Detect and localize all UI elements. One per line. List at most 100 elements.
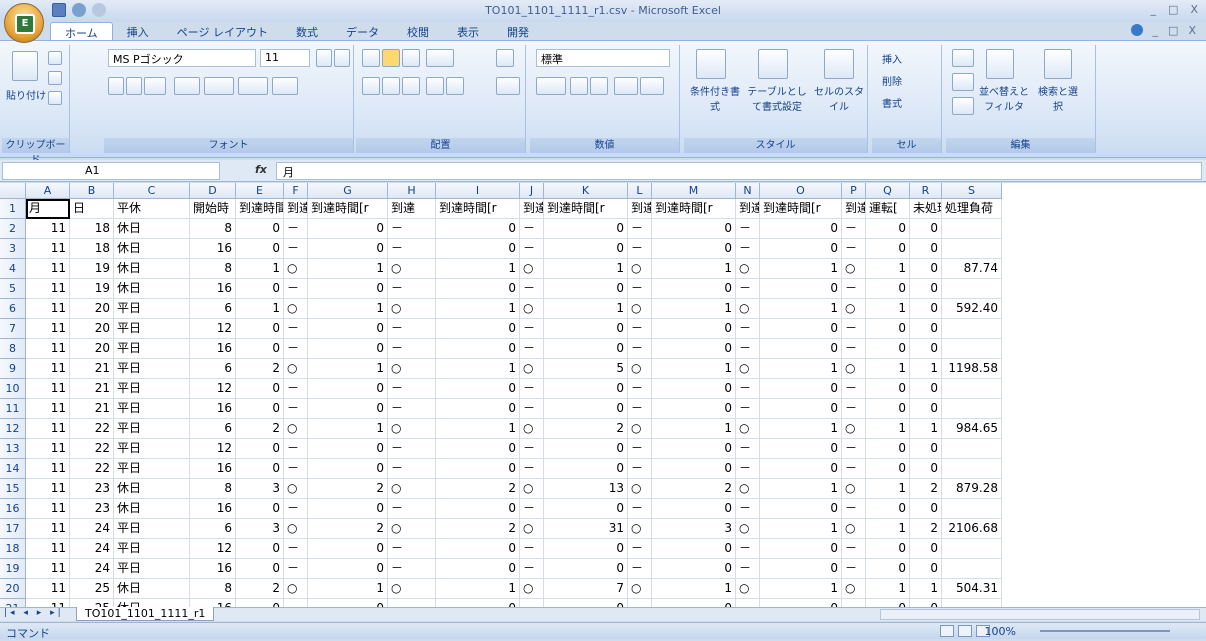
page-layout-view-icon[interactable] — [958, 625, 972, 637]
column-header[interactable]: K — [544, 183, 628, 199]
cell[interactable]: 到達 — [388, 199, 436, 219]
cell[interactable]: 0 — [760, 399, 842, 419]
cell[interactable]: 0 — [308, 279, 388, 299]
tab-data[interactable]: データ — [332, 22, 393, 40]
cell[interactable]: 11 — [26, 459, 70, 479]
cell[interactable]: ○ — [842, 519, 866, 539]
cell[interactable]: － — [284, 459, 308, 479]
row-header[interactable]: 4 — [0, 259, 26, 279]
cell[interactable]: 0 — [652, 539, 736, 559]
cell[interactable]: － — [736, 499, 760, 519]
column-header[interactable]: E — [236, 183, 284, 199]
paste-button[interactable]: 貼り付け — [6, 87, 46, 102]
cell[interactable]: 0 — [544, 239, 628, 259]
cell[interactable]: 1 — [544, 299, 628, 319]
redo-icon[interactable] — [92, 3, 106, 17]
cell[interactable]: 0 — [308, 319, 388, 339]
cell[interactable]: ○ — [628, 579, 652, 599]
cell[interactable]: ○ — [284, 519, 308, 539]
cell[interactable]: 25 — [70, 599, 114, 607]
cell[interactable]: － — [284, 319, 308, 339]
cell[interactable]: 1 — [866, 479, 910, 499]
cell[interactable] — [942, 319, 1002, 339]
cell[interactable]: 0 — [308, 439, 388, 459]
cell[interactable]: 12 — [190, 379, 236, 399]
format-as-table-button[interactable]: テーブルとして書式設定 — [744, 83, 810, 113]
comma-icon[interactable] — [590, 77, 608, 95]
find-select-button[interactable]: 検索と選択 — [1034, 83, 1082, 113]
row-header[interactable]: 11 — [0, 399, 26, 419]
cell[interactable]: 11 — [26, 439, 70, 459]
column-header[interactable]: G — [308, 183, 388, 199]
cell[interactable]: 16 — [190, 599, 236, 607]
row-header[interactable]: 12 — [0, 419, 26, 439]
cell[interactable]: 0 — [652, 379, 736, 399]
cell[interactable]: － — [388, 599, 436, 607]
cell[interactable]: 11 — [26, 339, 70, 359]
cell[interactable]: 2106.68 — [942, 519, 1002, 539]
cell[interactable]: 0 — [866, 599, 910, 607]
cell[interactable]: 0 — [544, 439, 628, 459]
cell[interactable]: 1 — [866, 299, 910, 319]
align-center-icon[interactable] — [382, 77, 400, 95]
cell[interactable]: 日 — [70, 199, 114, 219]
cell[interactable]: 2 — [308, 519, 388, 539]
sort-filter-button[interactable]: 並べ替えとフィルタ — [978, 83, 1030, 113]
ribbon-restore-button[interactable]: □ — [1168, 24, 1178, 37]
cell[interactable]: 11 — [26, 239, 70, 259]
cell[interactable]: 平日 — [114, 379, 190, 399]
cell[interactable]: 0 — [308, 459, 388, 479]
cell[interactable]: 到達 — [736, 199, 760, 219]
cell[interactable]: 休日 — [114, 479, 190, 499]
cell[interactable]: 0 — [866, 559, 910, 579]
cell[interactable]: 0 — [910, 319, 942, 339]
cell[interactable]: 0 — [910, 399, 942, 419]
cell[interactable]: 到達時間[r — [652, 199, 736, 219]
row-header[interactable]: 6 — [0, 299, 26, 319]
cell[interactable]: ○ — [284, 419, 308, 439]
cell[interactable]: 未処理 — [910, 199, 942, 219]
cell[interactable]: 23 — [70, 499, 114, 519]
increase-indent-icon[interactable] — [446, 77, 464, 95]
row-header[interactable]: 16 — [0, 499, 26, 519]
cell[interactable]: － — [842, 279, 866, 299]
cell[interactable]: 休日 — [114, 239, 190, 259]
cell[interactable]: ○ — [842, 359, 866, 379]
cell[interactable]: 21 — [70, 379, 114, 399]
row-header[interactable]: 5 — [0, 279, 26, 299]
cell[interactable]: － — [520, 499, 544, 519]
cell[interactable]: 1198.58 — [942, 359, 1002, 379]
cell[interactable]: － — [628, 239, 652, 259]
cell[interactable]: － — [520, 279, 544, 299]
cell[interactable]: 1 — [236, 299, 284, 319]
cell[interactable]: ○ — [628, 299, 652, 319]
cell[interactable]: 0 — [652, 219, 736, 239]
cell[interactable]: 到達時間[r — [436, 199, 520, 219]
cell[interactable]: 平日 — [114, 339, 190, 359]
cell[interactable]: 到達 — [284, 199, 308, 219]
row-header[interactable]: 1 — [0, 199, 26, 219]
align-bottom-icon[interactable] — [402, 49, 420, 67]
cell[interactable] — [942, 539, 1002, 559]
column-header[interactable]: I — [436, 183, 520, 199]
cell[interactable]: 0 — [236, 459, 284, 479]
cell[interactable]: 0 — [760, 539, 842, 559]
cell[interactable]: 6 — [190, 419, 236, 439]
cell[interactable]: 0 — [544, 339, 628, 359]
cell[interactable]: 平日 — [114, 559, 190, 579]
cell[interactable]: 0 — [866, 459, 910, 479]
cell[interactable]: 0 — [866, 379, 910, 399]
cell[interactable]: 0 — [308, 239, 388, 259]
cell[interactable]: 11 — [26, 519, 70, 539]
cell[interactable]: － — [388, 379, 436, 399]
cell[interactable]: － — [520, 379, 544, 399]
cell[interactable]: ○ — [284, 359, 308, 379]
row-header[interactable]: 18 — [0, 539, 26, 559]
align-middle-icon[interactable] — [382, 49, 400, 67]
cell[interactable]: － — [520, 239, 544, 259]
cell[interactable]: 平日 — [114, 539, 190, 559]
cell[interactable]: ○ — [520, 479, 544, 499]
cell[interactable]: － — [628, 279, 652, 299]
border-icon[interactable] — [174, 77, 200, 95]
office-button[interactable]: E — [4, 3, 44, 43]
